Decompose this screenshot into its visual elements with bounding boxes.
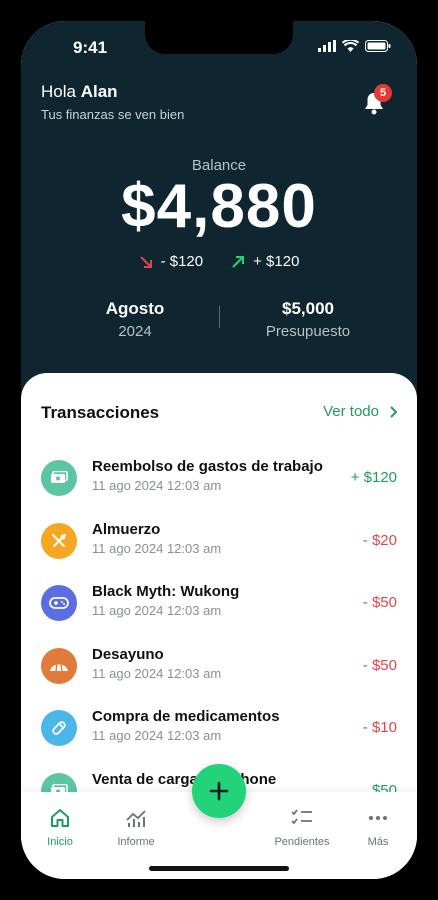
transaction-name: Almuerzo bbox=[92, 520, 161, 538]
nav-report[interactable]: Informe bbox=[115, 808, 157, 848]
phone-screen: 9:41 Hola Alan Tus finanzas se ven bien … bbox=[21, 21, 417, 879]
status-icons bbox=[318, 40, 391, 52]
balance-amount: $4,880 bbox=[121, 172, 317, 241]
add-transaction-button[interactable] bbox=[192, 764, 246, 818]
battery-icon bbox=[365, 40, 391, 52]
see-all-label: Ver todo bbox=[323, 403, 379, 420]
greeting-text: Hola bbox=[41, 82, 76, 101]
header: 9:41 Hola Alan Tus finanzas se ven bien … bbox=[21, 21, 417, 421]
nav-home[interactable]: Inicio bbox=[43, 808, 77, 848]
plus-icon bbox=[209, 781, 229, 801]
transaction-row[interactable]: Black Myth: Wukong 11 ago 2024 12:03 am - … bbox=[41, 583, 397, 623]
utensils-icon bbox=[41, 522, 77, 559]
transaction-name: Venta de cargador iPhone bbox=[92, 770, 277, 788]
pill-icon bbox=[41, 710, 77, 746]
status-time: 9:41 bbox=[73, 38, 108, 57]
home-icon bbox=[51, 809, 69, 827]
transaction-date: 11 ago 2024 12:03 am bbox=[92, 728, 222, 743]
budget-stat[interactable]: $5,000 Presupuesto bbox=[218, 299, 398, 340]
see-all-link[interactable]: Ver todo bbox=[323, 403, 397, 420]
transaction-name: Black Myth: Wukong bbox=[92, 583, 240, 600]
user-name: Alan bbox=[80, 82, 118, 101]
home-indicator bbox=[149, 866, 289, 871]
transaction-date: 11 ago 2024 12:03 am bbox=[92, 540, 222, 556]
budget-amount: $5,000 bbox=[282, 299, 334, 318]
balance-changes: - $120 + $120 bbox=[21, 253, 417, 270]
transaction-amount: - $10 bbox=[362, 719, 397, 736]
transaction-name: Compra de medicamentos bbox=[92, 708, 280, 725]
chevron-right-icon bbox=[390, 405, 397, 418]
period-year: 2024 bbox=[118, 323, 152, 340]
greeting: Hola Alan bbox=[41, 82, 118, 102]
signal-icon bbox=[318, 40, 336, 52]
checklist-icon bbox=[291, 809, 312, 825]
greeting-subtitle: Tus finanzas se ven bien bbox=[41, 107, 185, 122]
income-value: + $120 bbox=[253, 253, 300, 270]
transactions-title: Transacciones bbox=[41, 403, 160, 422]
money-icon bbox=[41, 460, 77, 496]
chart-icon bbox=[126, 810, 146, 827]
transaction-name: Desayuno bbox=[92, 645, 164, 663]
nav-pending-label: Pendientes bbox=[274, 836, 330, 848]
nav-more-label: Más bbox=[367, 836, 389, 848]
income-change: + $120 bbox=[231, 253, 299, 270]
transaction-date: 11 ago 2024 12:03 am bbox=[92, 665, 222, 681]
transaction-amount: + $120 bbox=[350, 469, 397, 486]
expense-change: - $120 bbox=[139, 253, 204, 270]
nav-more[interactable]: Más bbox=[365, 808, 391, 848]
transaction-amount: - $50 bbox=[362, 594, 397, 611]
arrow-down-right-icon bbox=[139, 255, 152, 268]
transaction-row[interactable]: Almuerzo 11 ago 2024 12:03 am - $20 bbox=[41, 521, 397, 561]
transaction-name: Reembolso de gastos de trabajo bbox=[92, 458, 323, 475]
nav-home-label: Inicio bbox=[47, 836, 73, 848]
notification-badge: 5 bbox=[374, 84, 392, 102]
wifi-icon bbox=[342, 40, 359, 52]
transaction-amount: - $50 bbox=[362, 656, 397, 674]
croissant-icon bbox=[41, 647, 77, 684]
transaction-amount: - $20 bbox=[362, 531, 397, 549]
nav-report-label: Informe bbox=[117, 836, 155, 848]
transaction-row[interactable]: Reembolso de gastos de trabajo 11 ago 202… bbox=[41, 458, 397, 498]
transaction-row[interactable]: Desayuno 11 ago 2024 12:03 am - $50 bbox=[41, 646, 397, 686]
transaction-date: 11 ago 2024 12:03 am bbox=[92, 478, 222, 493]
budget-label: Presupuesto bbox=[265, 323, 351, 340]
gamepad-icon bbox=[41, 585, 77, 621]
notch bbox=[145, 21, 293, 54]
more-icon bbox=[369, 816, 387, 820]
period-month: Agosto bbox=[105, 299, 165, 318]
expense-value: - $120 bbox=[160, 253, 204, 270]
transaction-date: 11 ago 2024 12:03 am bbox=[92, 603, 222, 618]
period-selector[interactable]: Agosto 2024 bbox=[45, 299, 225, 340]
nav-pending[interactable]: Pendientes bbox=[273, 808, 331, 848]
arrow-up-right-icon bbox=[232, 255, 245, 268]
transaction-row[interactable]: Compra de medicamentos 11 ago 2024 12:03 … bbox=[41, 708, 397, 748]
